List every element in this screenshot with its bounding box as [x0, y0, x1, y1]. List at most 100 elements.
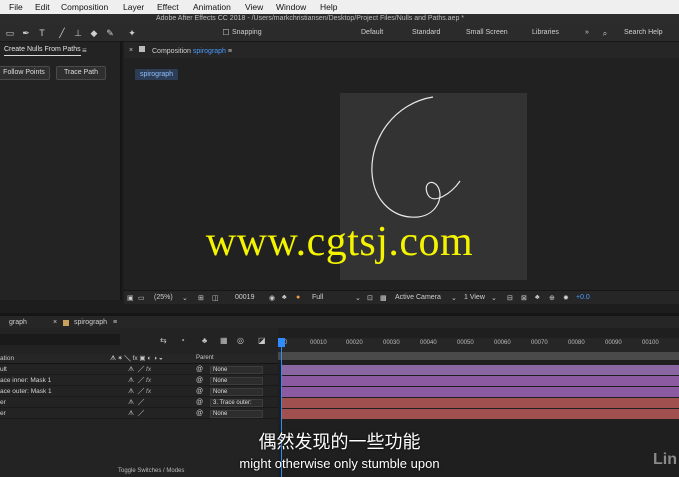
color-channels-icon[interactable]: ●	[296, 294, 300, 301]
chevron-down-icon[interactable]: ⌄	[491, 294, 497, 302]
comp-mini-flowchart-icon[interactable]: ⇆	[160, 336, 167, 345]
timeline-icon[interactable]: ⊠	[521, 294, 527, 302]
pick-whip-icon[interactable]: @	[196, 365, 203, 375]
pick-whip-icon[interactable]: @	[196, 398, 203, 408]
workspace-default[interactable]: Default	[361, 29, 383, 36]
trace-path-button[interactable]: Trace Path	[56, 66, 106, 80]
graph-editor-icon[interactable]: ◪	[258, 336, 266, 345]
close-icon[interactable]: ×	[53, 319, 57, 326]
follow-points-button[interactable]: Follow Points	[0, 66, 50, 80]
exposure-icon[interactable]: ✹	[563, 294, 569, 302]
tab-menu-icon[interactable]: ≡	[228, 48, 232, 55]
pick-whip-icon[interactable]: @	[196, 376, 203, 386]
clone-stamp-icon[interactable]: ⊥	[72, 27, 84, 39]
pick-whip-icon[interactable]: @	[196, 387, 203, 397]
workspace-overflow-icon[interactable]: »	[585, 29, 589, 36]
chevron-down-icon[interactable]: ⌄	[182, 294, 188, 302]
parent-column: Parent	[196, 355, 214, 361]
ruler-tick: 00020	[346, 340, 363, 346]
pick-whip-icon[interactable]: @	[196, 409, 203, 419]
layer-switches[interactable]: ᗑ ╱	[128, 398, 144, 408]
layer-switches[interactable]: ᗑ ╱ fx	[128, 387, 151, 397]
search-help-field[interactable]: Search Help	[624, 29, 663, 36]
work-area-bar[interactable]	[278, 352, 679, 360]
layer-row[interactable]: ult ᗑ ╱ fx @ None	[0, 365, 278, 375]
search-icon[interactable]: ⌕	[599, 28, 611, 40]
menu-edit[interactable]: Edit	[35, 2, 50, 12]
time-ruler[interactable]: 0 00010 00020 00030 00040 00050 00060 00…	[278, 338, 679, 352]
shy-layers-icon[interactable]: ♣	[202, 336, 207, 345]
chevron-down-icon[interactable]: ⌄	[355, 294, 361, 302]
menu-view[interactable]: View	[245, 2, 263, 12]
motion-blur-icon[interactable]: ◎	[237, 336, 244, 345]
pen-tool-icon[interactable]: ✒	[20, 27, 32, 39]
draft-3d-icon[interactable]: ◔	[180, 336, 185, 345]
chevron-down-icon[interactable]: ⌄	[451, 294, 457, 302]
layer-switches[interactable]: ᗑ ╱	[128, 409, 144, 419]
roi-icon[interactable]: ⊡	[367, 294, 373, 302]
layer-bar[interactable]	[282, 387, 679, 397]
subtitle-chinese: 偶然发现的一些功能	[258, 432, 421, 452]
layer-row[interactable]: er ᗑ ╱ @ 3. Trace outer:	[0, 398, 278, 408]
layer-bar[interactable]	[282, 398, 679, 408]
menu-help[interactable]: Help	[320, 2, 337, 12]
menu-window[interactable]: Window	[276, 2, 306, 12]
views-dropdown[interactable]: 1 View	[464, 294, 485, 301]
show-snapshot-icon[interactable]: ♣	[282, 294, 287, 301]
puppet-pin-icon[interactable]: ✦	[126, 27, 138, 39]
roto-brush-icon[interactable]: ✎	[104, 27, 116, 39]
zoom-dropdown[interactable]: (25%)	[154, 294, 173, 301]
comp-breadcrumb-chip[interactable]: spirograph	[135, 69, 179, 80]
menu-layer[interactable]: Layer	[123, 2, 144, 12]
parent-dropdown[interactable]: 3. Trace outer:	[210, 399, 263, 407]
snapping-checkbox[interactable]: ☐	[220, 27, 232, 39]
workspace-libraries[interactable]: Libraries	[532, 29, 559, 36]
always-preview-icon[interactable]: ▣	[127, 294, 134, 302]
exposure-value[interactable]: +0.0	[576, 294, 590, 301]
layer-bar[interactable]	[282, 376, 679, 386]
parent-dropdown[interactable]: None	[210, 410, 263, 418]
monitor-icon[interactable]: ▭	[138, 294, 145, 302]
camera-dropdown[interactable]: Active Camera	[395, 294, 441, 301]
tab-menu-icon[interactable]: ≡	[113, 319, 117, 326]
window-title: Adobe After Effects CC 2018 - /Users/mar…	[156, 15, 465, 22]
tab-spirograph[interactable]: spirograph	[74, 319, 107, 326]
flowchart-icon[interactable]: ♣	[535, 294, 540, 301]
frame-blending-icon[interactable]: ▦	[220, 336, 228, 345]
parent-dropdown[interactable]: None	[210, 366, 263, 374]
layer-row[interactable]: ace outer: Mask 1 ᗑ ╱ fx @ None	[0, 387, 278, 397]
snapshot-icon[interactable]: ◉	[269, 294, 275, 302]
timecode-display[interactable]: 00019	[235, 294, 254, 301]
timeline-graph-area[interactable]: 0 00010 00020 00030 00040 00050 00060 00…	[278, 328, 679, 477]
layer-bar[interactable]	[282, 365, 679, 375]
eraser-tool-icon[interactable]: ◆	[88, 27, 100, 39]
layer-switches[interactable]: ᗑ ╱ fx	[128, 376, 151, 386]
layer-row[interactable]: er ᗑ ╱ @ None	[0, 409, 278, 419]
region-icon[interactable]: ◫	[212, 294, 219, 302]
menu-effect[interactable]: Effect	[157, 2, 179, 12]
type-tool-icon[interactable]: T	[36, 27, 48, 39]
layer-bar[interactable]	[282, 409, 679, 419]
resolution-dropdown[interactable]: Full	[312, 294, 323, 301]
selection-tool-icon[interactable]: ▭	[4, 27, 16, 39]
menu-composition[interactable]: Composition	[61, 2, 108, 12]
composition-tab[interactable]: Composition spirograph ≡	[152, 48, 232, 55]
workspace-standard[interactable]: Standard	[412, 29, 440, 36]
layer-switches[interactable]: ᗑ ╱ fx	[128, 365, 151, 375]
transparency-grid-icon[interactable]: ▩	[380, 294, 387, 302]
menu-file[interactable]: File	[9, 2, 23, 12]
close-icon[interactable]: ×	[129, 47, 133, 54]
safe-margins-icon[interactable]: ⊞	[198, 294, 204, 302]
parent-dropdown[interactable]: None	[210, 388, 263, 396]
brush-tool-icon[interactable]: ╱	[56, 27, 68, 39]
layer-row[interactable]: ace inner: Mask 1 ᗑ ╱ fx @ None	[0, 376, 278, 386]
lock-icon[interactable]	[139, 46, 145, 52]
parent-dropdown[interactable]: None	[210, 377, 263, 385]
layer-search-input[interactable]	[0, 334, 120, 345]
fast-previews-icon[interactable]: ⊟	[507, 294, 513, 302]
panel-menu-icon[interactable]: ≡	[82, 46, 87, 55]
tab-graph[interactable]: graph	[9, 319, 27, 326]
render-icon[interactable]: ⊕	[549, 294, 555, 302]
workspace-small-screen[interactable]: Small Screen	[466, 29, 508, 36]
menu-animation[interactable]: Animation	[193, 2, 231, 12]
